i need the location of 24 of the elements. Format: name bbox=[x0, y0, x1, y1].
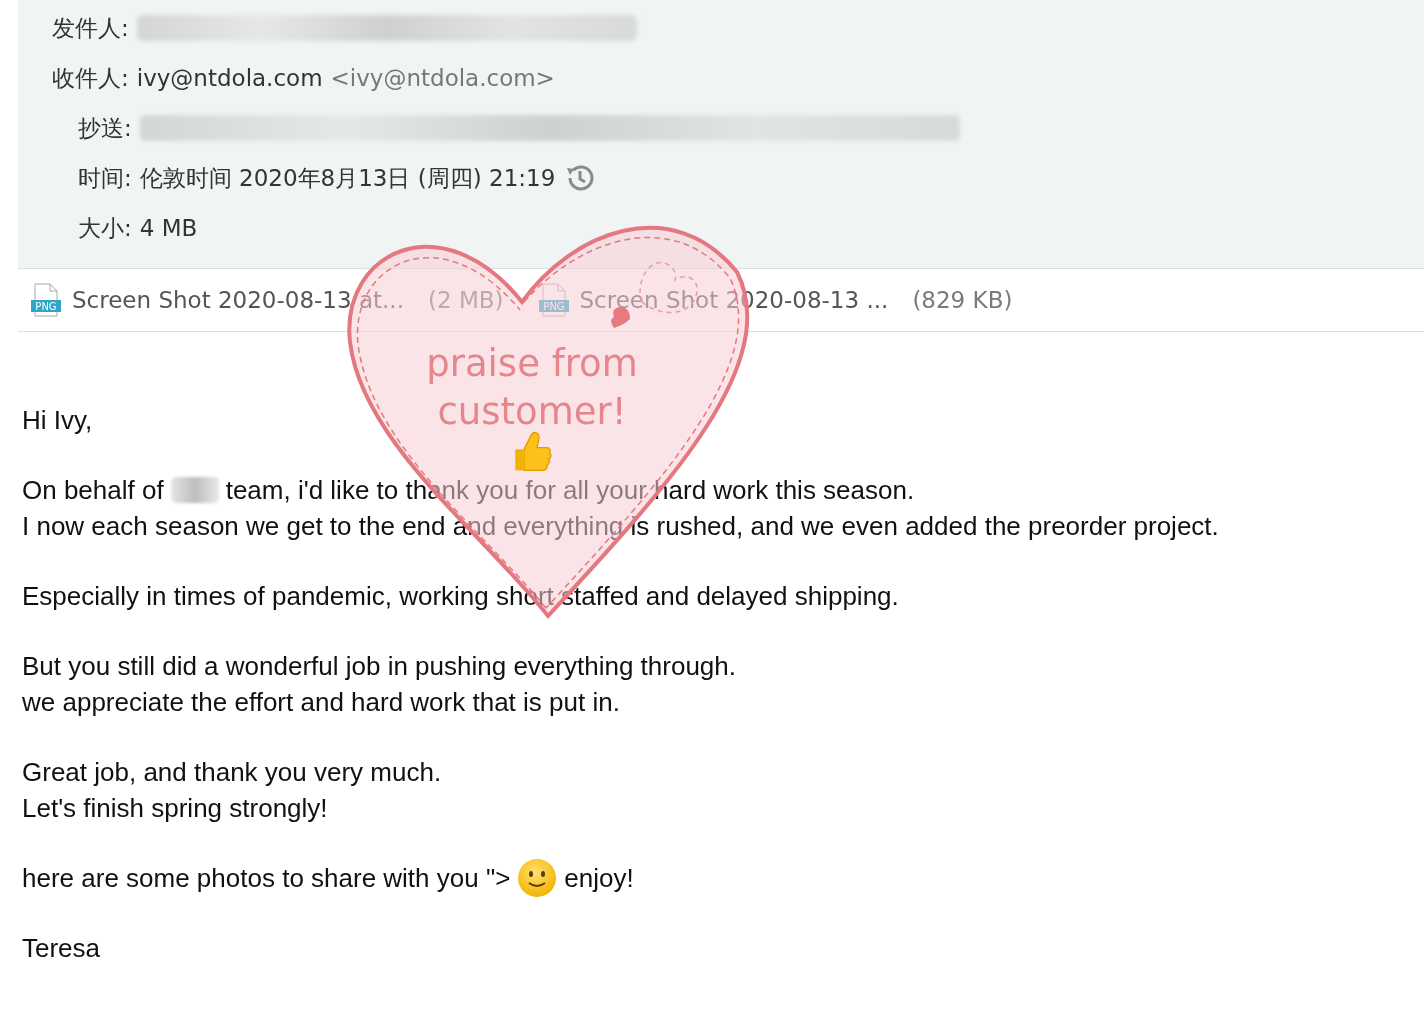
body-text: Let's finish spring strongly! bbox=[22, 792, 328, 825]
recipient-address: <ivy@ntdola.com> bbox=[330, 65, 555, 91]
body-text: On behalf of bbox=[22, 474, 164, 507]
field-label: 抄送: bbox=[78, 113, 132, 143]
field-label: 收件人: bbox=[52, 63, 129, 93]
body-text: Great job, and thank you very much. bbox=[22, 756, 442, 789]
body-text: enjoy! bbox=[564, 862, 634, 895]
body-text: But you still did a wonderful job in pushing everything through. bbox=[22, 650, 736, 683]
field-label: 发件人: bbox=[52, 13, 129, 43]
attachment-name[interactable]: Screen Shot 2020-08-13 at... bbox=[72, 287, 404, 313]
attachment-size: (829 KB) bbox=[912, 287, 1013, 313]
recipient-name: ivy@ntdola.com bbox=[136, 65, 323, 91]
redaction-block bbox=[170, 477, 219, 503]
body-text: Hi Ivy, bbox=[22, 404, 93, 437]
smiley-icon bbox=[517, 858, 558, 898]
body-text: Teresa bbox=[22, 932, 101, 965]
message-size: 4 MB bbox=[139, 215, 198, 241]
field-label: 时间: bbox=[78, 163, 132, 193]
attachment-size: (2 MB) bbox=[428, 287, 504, 313]
body-text: we appreciate the effort and hard work that is put in. bbox=[22, 686, 620, 719]
body-text: here are some photos to share with you "> bbox=[22, 862, 511, 895]
sticker-text: praise from customer! bbox=[425, 341, 639, 435]
field-label: 大小: bbox=[78, 213, 132, 243]
sent-time: 伦敦时间 2020年8月13日 (周四) 21:19 bbox=[139, 163, 556, 193]
